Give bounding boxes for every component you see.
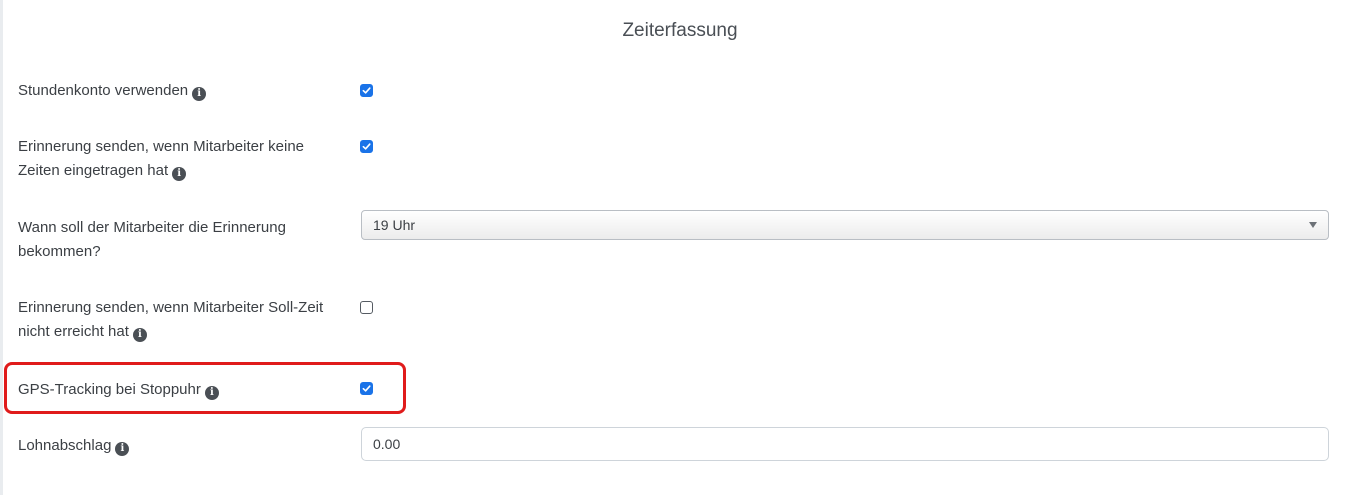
gps-tracking-checkbox[interactable] — [360, 382, 373, 395]
lohnabschlag-label: Lohnabschlag i — [18, 434, 338, 458]
checkmark-icon — [362, 87, 371, 94]
dropdown-arrow-icon — [1309, 222, 1317, 228]
erinnerung-zeitpunkt-select[interactable]: 19 Uhr — [361, 210, 1329, 240]
erinnerung-soll-zeit-checkbox[interactable] — [360, 301, 373, 314]
gps-tracking-label: GPS-Tracking bei Stoppuhr i — [18, 378, 338, 402]
info-icon[interactable]: i — [192, 87, 207, 101]
stundenkonto-label: Stundenkonto verwenden i — [18, 79, 338, 103]
info-icon[interactable]: i — [132, 328, 147, 342]
erinnerung-keine-zeiten-label-text: Erinnerung senden, wenn Mitarbeiter kein… — [18, 138, 305, 179]
stundenkonto-label-text: Stundenkonto verwenden — [18, 82, 189, 99]
gps-tracking-label-text: GPS-Tracking bei Stoppuhr — [18, 381, 201, 398]
stundenkonto-checkbox[interactable] — [360, 84, 373, 97]
info-icon[interactable]: i — [115, 442, 130, 456]
lohnabschlag-input[interactable] — [361, 427, 1329, 461]
panel-left-border — [0, 0, 3, 495]
erinnerung-soll-zeit-label: Erinnerung senden, wenn Mitarbeiter Soll… — [18, 296, 328, 344]
info-icon[interactable]: i — [172, 167, 187, 181]
select-value: 19 Uhr — [373, 217, 416, 233]
checkmark-icon — [362, 143, 371, 150]
erinnerung-soll-zeit-label-text: Erinnerung senden, wenn Mitarbeiter Soll… — [18, 299, 324, 340]
erinnerung-zeitpunkt-label: Wann soll der Mitarbeiter die Erinnerung… — [18, 219, 286, 260]
info-icon[interactable]: i — [204, 386, 219, 400]
erinnerung-keine-zeiten-checkbox[interactable] — [360, 140, 373, 153]
lohnabschlag-label-text: Lohnabschlag — [18, 437, 112, 454]
erinnerung-keine-zeiten-label: Erinnerung senden, wenn Mitarbeiter kein… — [18, 135, 348, 183]
section-title: Zeiterfassung — [622, 20, 738, 41]
checkmark-icon — [362, 385, 371, 392]
